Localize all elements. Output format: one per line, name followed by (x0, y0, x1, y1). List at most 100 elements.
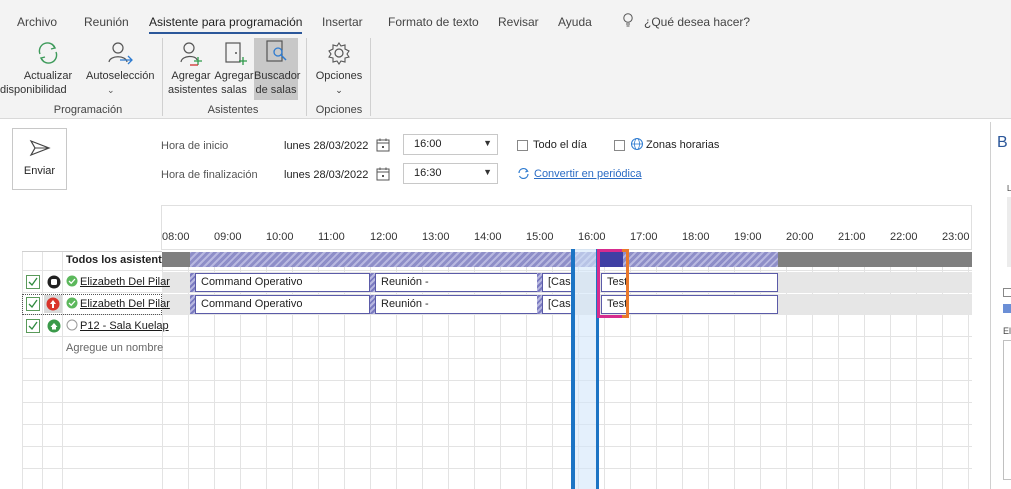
add-rooms-button[interactable]: Agregar salas (214, 40, 254, 104)
end-time-dropdown[interactable]: 16:30 ▼ (403, 163, 498, 184)
hour-label: 08:00 (162, 231, 190, 243)
tab-formato-texto[interactable]: Formato de texto (388, 15, 479, 29)
unknown-status-icon (66, 319, 78, 334)
ribbon: Actualizar disponibilidad Autoselección … (0, 36, 1011, 119)
required-attendee-icon[interactable] (47, 275, 61, 292)
appointment-command-operativo[interactable]: Command Operativo (195, 273, 370, 292)
appointment-cas[interactable]: [Cas (542, 295, 572, 314)
tab-ayuda[interactable]: Ayuda (558, 15, 592, 29)
calendar-icon[interactable] (376, 138, 390, 155)
attendee-name[interactable]: P12 - Sala Kuelap (80, 320, 184, 332)
send-button[interactable]: Enviar (12, 128, 67, 190)
checked-checkbox[interactable] (26, 297, 40, 314)
make-recurring-link[interactable]: Convertir en periódica (534, 168, 642, 180)
time-zones-label: Zonas horarias (646, 139, 720, 151)
meeting-start-marker[interactable] (571, 249, 575, 489)
tab-reunion[interactable]: Reunión (84, 15, 129, 29)
room-finder-icon (254, 38, 298, 66)
end-date-field[interactable]: lunes 28/03/2022 (284, 169, 368, 181)
calendar-icon[interactable] (376, 167, 390, 184)
group-label-opciones: Opciones (315, 104, 363, 116)
options-button[interactable]: Opciones ⌄ (312, 40, 366, 100)
options-dropdown-icon: ⌄ (335, 85, 343, 95)
tentative-hatch-strip (190, 252, 778, 267)
appointment-command-operativo[interactable]: Command Operativo (195, 295, 370, 314)
gear-icon (312, 40, 366, 66)
start-date-field[interactable]: lunes 28/03/2022 (284, 140, 368, 152)
room-finder-label: Buscador (254, 70, 301, 82)
timeline-header (161, 205, 972, 250)
panel-text-fragment: L (1007, 184, 1011, 193)
group-label-programacion: Programación (53, 104, 123, 116)
attendee-name[interactable]: Elizabeth Del Pilar (80, 276, 184, 288)
hour-label: 14:00 (474, 231, 502, 243)
hour-label: 12:00 (370, 231, 398, 243)
start-time-dropdown[interactable]: 16:00 ▼ (403, 134, 498, 155)
hour-label: 17:00 (630, 231, 658, 243)
add-rooms-label: Agregar (214, 70, 254, 82)
grid-hline (22, 336, 972, 337)
panel-selected-item[interactable] (1003, 304, 1011, 313)
start-time-label: Hora de inicio (161, 140, 229, 152)
add-attendees-label: Agregar (171, 70, 211, 82)
available-status-icon (66, 275, 78, 290)
start-time-value: 16:00 (414, 138, 442, 150)
autoselect-dropdown-icon[interactable]: ⌄ (107, 85, 115, 96)
checked-checkbox[interactable] (26, 319, 40, 336)
grid-hline (22, 424, 972, 425)
hour-label: 09:00 (214, 231, 242, 243)
grid-hline (22, 468, 972, 469)
time-zones-checkbox[interactable] (614, 140, 625, 151)
room-resource-icon[interactable] (47, 319, 61, 336)
all-day-checkbox[interactable] (517, 140, 528, 151)
meeting-time-selection[interactable] (575, 249, 596, 489)
send-icon (13, 139, 66, 157)
tell-me-search[interactable]: ¿Qué desea hacer? (644, 15, 750, 29)
appointment-reunion[interactable]: Reunión - (375, 295, 538, 314)
ribbon-tab-bar: Archivo Reunión Asistente para programac… (0, 0, 1011, 36)
attendee-row[interactable]: P12 - Sala Kuelap (22, 316, 169, 337)
add-attendees-button[interactable]: Agregar asistentes (168, 40, 218, 104)
tab-revisar[interactable]: Revisar (498, 15, 539, 29)
hour-label: 10:00 (266, 231, 294, 243)
hour-label: 16:00 (578, 231, 606, 243)
hour-label: 20:00 (786, 231, 814, 243)
room-finder-panel: B L El (990, 122, 1011, 489)
ribbon-separator (306, 38, 307, 116)
chevron-down-icon: ▼ (483, 138, 492, 148)
ribbon-separator (370, 38, 371, 116)
tab-asistente-programacion[interactable]: Asistente para programación (149, 15, 303, 34)
attendee-name[interactable]: Elizabeth Del Pilar (80, 298, 184, 310)
group-label-asistentes: Asistentes (207, 104, 259, 116)
available-status-icon (66, 297, 78, 312)
add-attendees-label-2: asistentes (168, 84, 218, 96)
room-finder-button[interactable]: Buscador de salas (254, 38, 301, 100)
attendee-row[interactable]: Elizabeth Del Pilar (22, 294, 170, 315)
autoselect-button[interactable]: Autoselección (86, 40, 155, 98)
tab-insertar[interactable]: Insertar (322, 15, 363, 29)
person-arrow-icon (86, 40, 154, 66)
panel-text-fragment: El (1003, 326, 1011, 336)
grid-hline (22, 402, 972, 403)
hour-label: 23:00 (942, 231, 970, 243)
attendee-row[interactable]: Elizabeth Del Pilar (22, 272, 170, 293)
grid-hline (22, 446, 972, 447)
grid-hline (22, 270, 972, 271)
appointment-reunion[interactable]: Reunión - (375, 273, 538, 292)
end-time-label: Hora de finalización (161, 169, 258, 181)
grid-hline (22, 380, 972, 381)
lightbulb-icon (622, 13, 634, 31)
appointment-cas[interactable]: [Cas (542, 273, 572, 292)
panel-checkbox[interactable] (1003, 288, 1011, 297)
add-rooms-label-2: salas (221, 84, 247, 96)
chevron-down-icon: ▼ (483, 167, 492, 177)
highlight-annotation-box-orange (622, 249, 629, 318)
checked-checkbox[interactable] (26, 275, 40, 292)
hour-label: 15:00 (526, 231, 554, 243)
tab-archivo[interactable]: Archivo (17, 15, 57, 29)
hour-label: 19:00 (734, 231, 762, 243)
add-room-icon (214, 40, 254, 66)
add-name-input[interactable]: Agregue un nombre (66, 342, 163, 354)
panel-list-box[interactable] (1003, 340, 1011, 480)
organizer-icon[interactable] (46, 297, 60, 314)
